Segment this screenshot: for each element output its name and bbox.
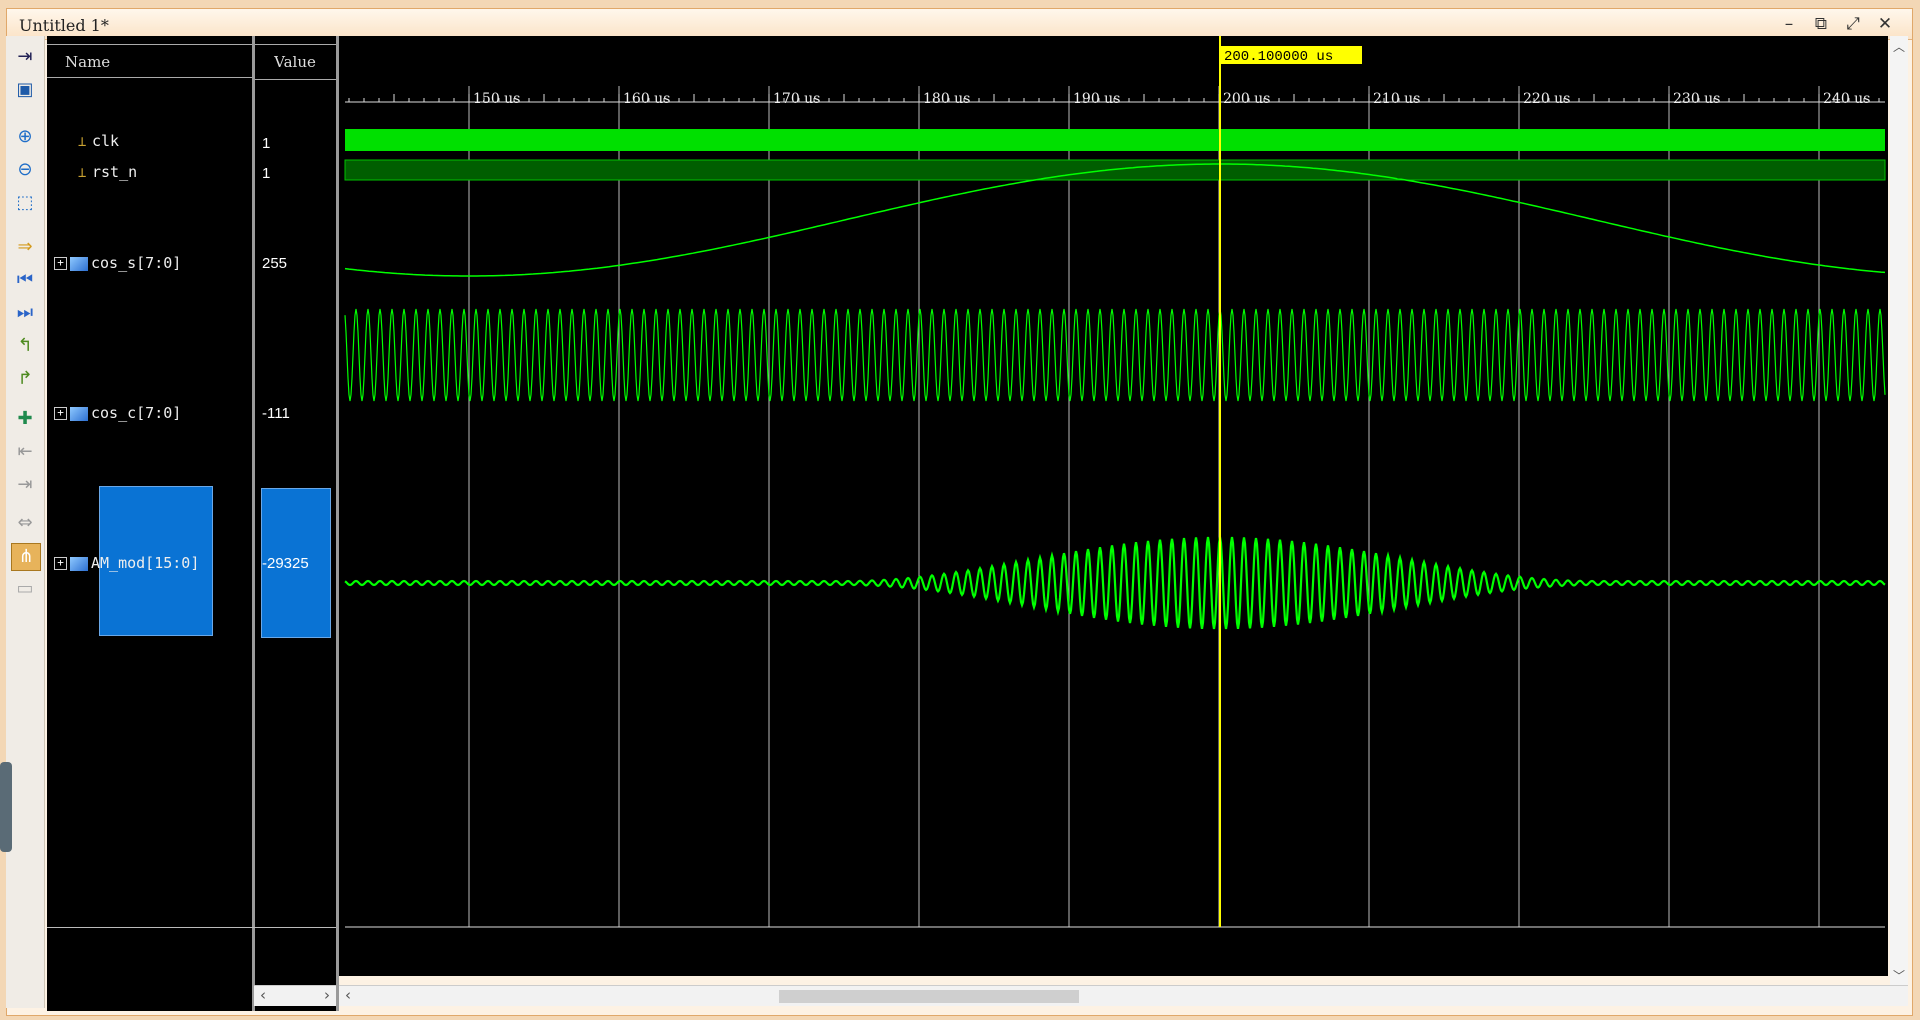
signal-name: rst_n <box>92 163 138 181</box>
signal-value-cos-c: -111 <box>262 405 290 422</box>
time-tick-label: 180 us <box>923 91 970 107</box>
group-icon[interactable]: ▭ <box>11 576 39 602</box>
waveform-area[interactable]: 150 us 160 us 170 us 180 us 190 us 200 us 210 … <box>339 36 1888 976</box>
value-hscrollbar[interactable]: ‹ › <box>254 985 336 1006</box>
next-marker-icon[interactable]: ⇥ <box>11 472 39 498</box>
signal-row-am-mod[interactable]: + AM_mod[15:0] <box>54 554 199 572</box>
go-end-icon[interactable]: ⏭ <box>11 300 39 326</box>
name-value-splitter[interactable] <box>252 36 255 1011</box>
cursor-label: 200.100000 us <box>1224 49 1333 65</box>
signal-row-cos-c[interactable]: + cos_c[7:0] <box>54 404 181 422</box>
vertical-scrollbar[interactable]: ︿ ﹀ <box>1890 36 1908 986</box>
signal-value-clk: 1 <box>262 135 271 152</box>
signal-name: AM_mod[15:0] <box>91 554 200 572</box>
signal-value-cos-s: 255 <box>262 255 288 272</box>
restore-button[interactable]: ⧉ <box>1810 13 1832 35</box>
name-column-header[interactable]: Name <box>47 44 252 78</box>
clk-waveform <box>345 129 1885 151</box>
scroll-right-icon[interactable]: › <box>324 986 330 1004</box>
add-marker-icon[interactable]: ✚ <box>11 406 39 432</box>
scroll-down-icon[interactable]: ﹀ <box>1893 967 1905 984</box>
value-column-header[interactable]: Value <box>254 44 336 80</box>
signal-value-rst-n: 1 <box>262 165 271 182</box>
expand-icon[interactable]: + <box>54 407 67 420</box>
signal-name: clk <box>92 132 120 150</box>
minimize-button[interactable]: – <box>1778 13 1800 35</box>
scroll-up-icon[interactable]: ︿ <box>1893 38 1905 55</box>
waveform-toolbar: ⇥ ▣ ⊕ ⊖ ⬚ ⇒ ⏮ ⏭ ↰ ↱ ✚ ⇤ ⇥ ⇔ ⋔ ▭ <box>6 36 45 1008</box>
bus-signal-icon <box>70 556 88 571</box>
bus-signal-icon <box>70 256 88 271</box>
time-tick-label: 160 us <box>623 91 670 107</box>
waveform-canvas: 150 us 160 us 170 us 180 us 190 us 200 us 210 … <box>344 36 1886 928</box>
am-mod-waveform <box>344 536 1886 630</box>
scroll-thumb[interactable] <box>779 990 1079 1003</box>
cos-c-waveform <box>344 308 1886 402</box>
scroll-left-icon[interactable]: ‹ <box>260 986 266 1004</box>
expand-icon[interactable]: + <box>54 257 67 270</box>
maximize-button[interactable]: ⤢ <box>1842 13 1864 35</box>
signal-name: cos_s[7:0] <box>91 254 182 272</box>
prev-marker-icon[interactable]: ⇤ <box>11 439 39 465</box>
time-tick-label: 230 us <box>1673 91 1720 107</box>
close-button[interactable]: ✕ <box>1874 13 1896 35</box>
expand-icon[interactable]: + <box>54 557 67 570</box>
time-tick-label: 210 us <box>1373 91 1420 107</box>
bit-signal-icon: ⊥ <box>78 164 87 181</box>
save-icon[interactable]: ▣ <box>11 77 39 103</box>
go-to-icon[interactable]: ⇥ <box>11 44 39 70</box>
time-tick-label: 190 us <box>1073 91 1120 107</box>
next-transition-icon[interactable]: ↱ <box>11 366 39 392</box>
signal-row-clk[interactable]: ⊥ clk <box>78 132 119 150</box>
panel-grip[interactable] <box>0 762 12 852</box>
signal-row-rst-n[interactable]: ⊥ rst_n <box>78 163 137 181</box>
wave-hscrollbar[interactable]: ‹ <box>339 985 1908 1006</box>
name-pane-divider <box>47 927 336 928</box>
prev-transition-icon[interactable]: ↰ <box>11 333 39 359</box>
signal-value-am-mod: -29325 <box>262 555 309 572</box>
time-tick-label: 220 us <box>1523 91 1570 107</box>
time-tick-label: 170 us <box>773 91 820 107</box>
go-start-icon[interactable]: ⏮ <box>11 267 39 293</box>
zoom-out-icon[interactable]: ⊖ <box>11 157 39 183</box>
zoom-fit-icon[interactable]: ⬚ <box>11 190 39 216</box>
bit-signal-icon: ⊥ <box>78 133 87 150</box>
time-tick-label: 200 us <box>1223 91 1270 107</box>
signal-row-cos-s[interactable]: + cos_s[7:0] <box>54 254 181 272</box>
cursor-to-icon[interactable]: ⇒ <box>11 234 39 260</box>
bus-signal-icon <box>70 406 88 421</box>
time-tick-label: 150 us <box>473 91 520 107</box>
signal-name: cos_c[7:0] <box>91 404 182 422</box>
zoom-in-icon[interactable]: ⊕ <box>11 124 39 150</box>
swap-cursors-icon[interactable]: ⇔ <box>11 510 39 536</box>
cos-s-waveform <box>344 163 1886 277</box>
window-title: Untitled 1* <box>19 16 109 35</box>
time-tick-label: 240 us <box>1823 91 1870 107</box>
scroll-left-icon[interactable]: ‹ <box>345 986 351 1004</box>
snap-icon[interactable]: ⋔ <box>11 543 41 571</box>
